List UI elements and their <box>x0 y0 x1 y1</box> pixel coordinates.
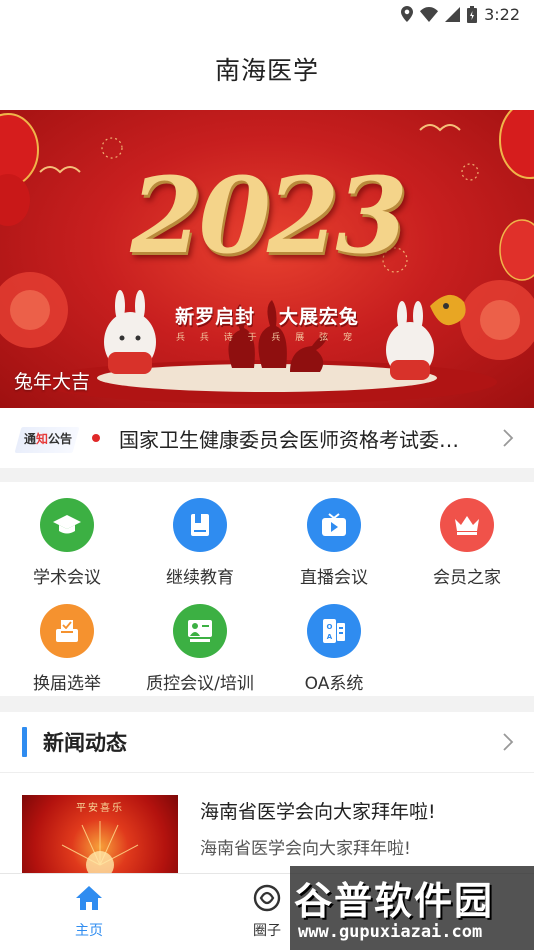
watermark: 谷普软件园 www.gupuxiazai.com <box>290 866 534 950</box>
page-title: 南海医学 <box>214 56 319 85</box>
menu-item-label: 会员之家 <box>433 568 501 588</box>
mortarboard-icon <box>40 498 94 552</box>
banner-caption: 兔年大吉 <box>14 371 91 393</box>
menu-item-live-meeting[interactable]: 直播会议 <box>274 498 394 588</box>
menu-item-oa-system[interactable]: OA OA系统 <box>274 604 394 694</box>
banner-slogan-left: 新罗启封 <box>175 306 256 328</box>
nav-tab-home[interactable]: 主页 <box>54 884 124 940</box>
banner-small-text: 兵 兵 诗 于 兵 展 弦 宠 <box>175 333 359 343</box>
menu-item-quality-control[interactable]: 质控会议/培训 <box>140 604 260 694</box>
menu-item-label: 学术会议 <box>33 568 101 588</box>
watermark-text: 谷普软件园 <box>294 879 495 923</box>
app-header: 南海医学 <box>0 28 534 110</box>
notice-tag-label: 通知公告 <box>24 430 72 447</box>
svg-text:A: A <box>327 633 333 641</box>
book-icon <box>173 498 227 552</box>
notice-bar[interactable]: 通知公告 国家卫生健康委员会医师资格考试委员会 <box>0 408 534 468</box>
status-bar: 3:22 <box>0 0 534 28</box>
news-thumbnail: 平安喜乐 <box>22 795 178 875</box>
menu-item-continuing-education[interactable]: 继续教育 <box>140 498 260 588</box>
wifi-icon <box>420 6 439 22</box>
circle-icon <box>253 884 281 912</box>
nav-tab-label: 主页 <box>75 923 103 939</box>
banner-carousel[interactable]: 2023 新罗启封 大展宏兔 兵 兵 诗 于 兵 展 弦 宠 兔年大吉 <box>0 110 534 408</box>
menu-item-label: 继续教育 <box>166 568 234 588</box>
location-icon <box>401 6 414 22</box>
notice-dot <box>92 434 100 442</box>
news-list-item[interactable]: 平安喜乐 海南省医学会向大家拜年啦! 海南省医学会向大家拜年啦! <box>0 773 534 875</box>
watermark-url: www.gupuxiazai.com <box>298 922 483 942</box>
news-section-title: 新闻动态 <box>43 731 127 755</box>
presentation-icon <box>173 604 227 658</box>
menu-item-academic-meeting[interactable]: 学术会议 <box>7 498 127 588</box>
notice-tag-prefix: 通 <box>23 431 36 446</box>
chevron-right-icon[interactable] <box>502 732 514 752</box>
crown-icon <box>440 498 494 552</box>
notice-tag: 通知公告 <box>14 423 80 453</box>
section-accent-bar <box>22 727 27 757</box>
menu-grid: 学术会议 继续教育 直播会议 会员之家 换届选举 质控会议/培训 OA OA系统 <box>0 482 534 696</box>
battery-icon <box>467 5 478 23</box>
oa-document-icon: OA <box>307 604 361 658</box>
menu-item-election[interactable]: 换届选举 <box>7 604 127 694</box>
signal-icon <box>445 6 461 22</box>
home-icon <box>76 886 102 910</box>
news-section: 新闻动态 平安喜乐 海南省医学会向大家拜年啦! 海南省医学会向大家拜年啦! <box>0 712 534 875</box>
menu-item-label: 直播会议 <box>300 568 368 588</box>
menu-item-label: OA系统 <box>304 674 364 694</box>
ballot-box-icon <box>40 604 94 658</box>
status-time: 3:22 <box>484 4 520 24</box>
notice-text[interactable]: 国家卫生健康委员会医师资格考试委员会 <box>119 424 469 453</box>
svg-text:O: O <box>327 623 333 631</box>
menu-item-member-home[interactable]: 会员之家 <box>407 498 527 588</box>
notice-tag-highlight: 知 <box>35 431 48 446</box>
banner-year: 2023 <box>130 154 407 277</box>
menu-item-label: 换届选举 <box>33 674 101 694</box>
banner-slogan-right: 大展宏兔 <box>278 306 359 328</box>
news-thumbnail-text: 平安喜乐 <box>76 803 124 814</box>
news-item-summary: 海南省医学会向大家拜年啦! <box>200 839 411 859</box>
news-item-title: 海南省医学会向大家拜年啦! <box>200 801 436 823</box>
notice-tag-suffix: 公告 <box>48 431 73 446</box>
tv-play-icon <box>307 498 361 552</box>
chevron-right-icon[interactable] <box>502 428 514 448</box>
news-header[interactable]: 新闻动态 <box>0 712 534 773</box>
banner-slogan: 新罗启封 大展宏兔 <box>0 302 534 329</box>
menu-item-label: 质控会议/培训 <box>146 674 254 694</box>
